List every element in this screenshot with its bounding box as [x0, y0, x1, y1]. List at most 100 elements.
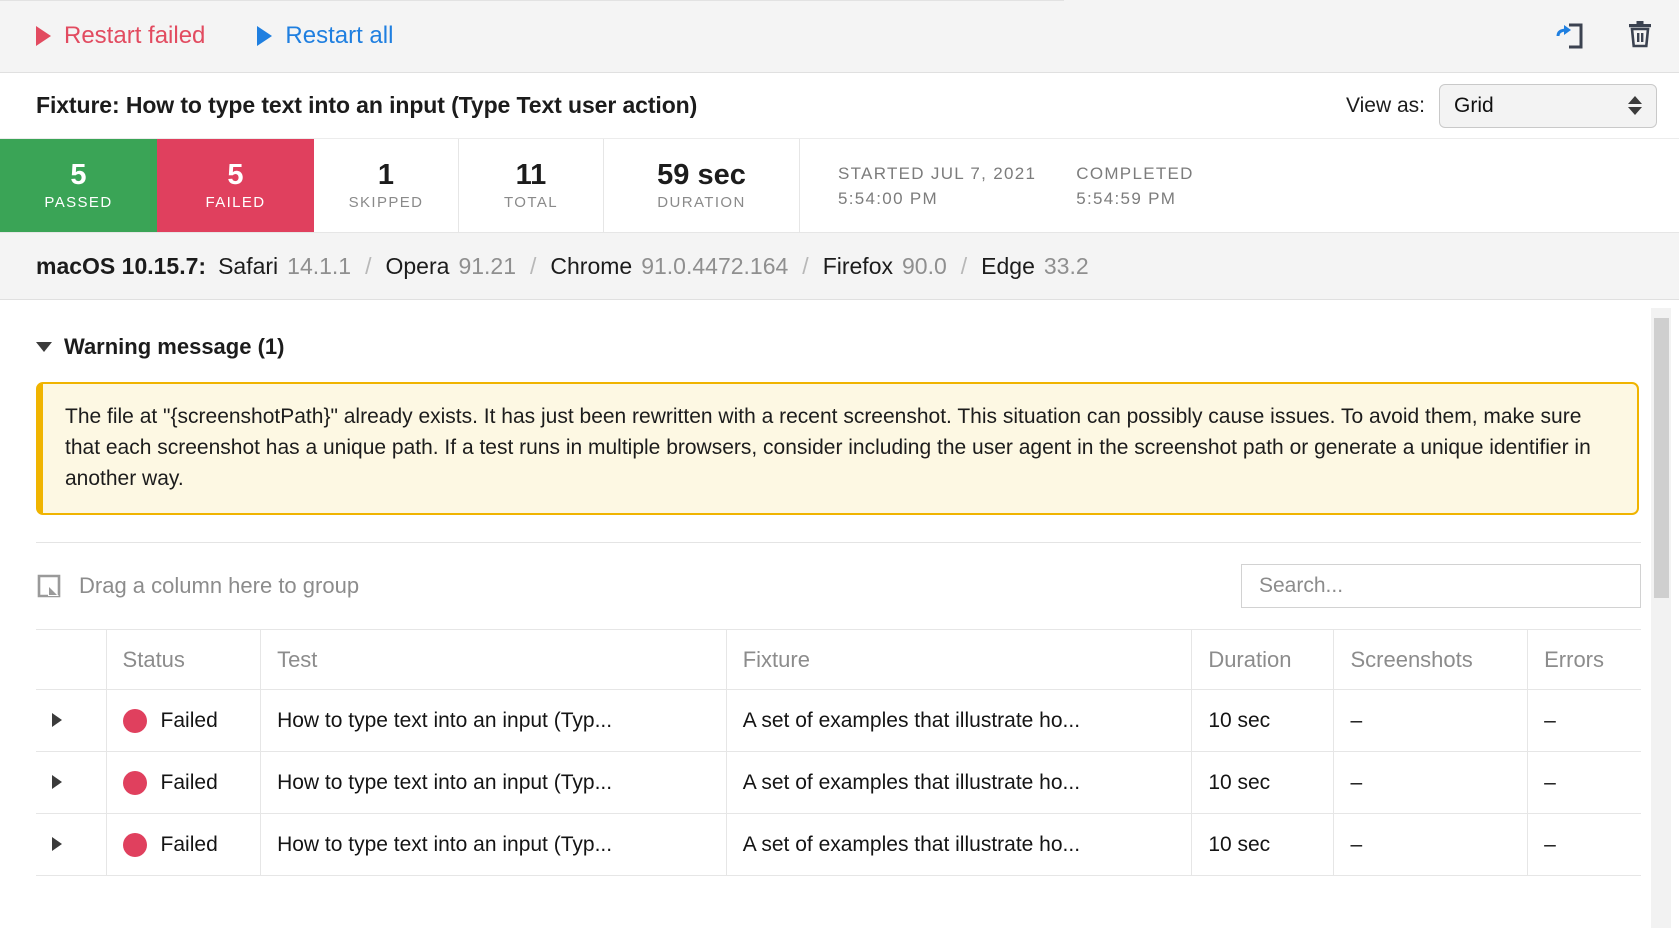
stat-total: 11 TOTAL	[459, 139, 604, 232]
view-as-select[interactable]: Grid	[1439, 83, 1657, 128]
scrollbar-thumb[interactable]	[1654, 318, 1669, 598]
status-dot-icon	[122, 770, 147, 795]
browser-name: Opera	[385, 252, 450, 279]
delete-button[interactable]	[1623, 19, 1657, 53]
table-row[interactable]: Failed How to type text into an input (Ty…	[36, 751, 1641, 814]
browser-version: 33.2	[1043, 252, 1089, 279]
content-area: Warning message (1) The file at "{screen…	[0, 300, 1679, 940]
stat-passed-value: 5	[70, 159, 87, 191]
restart-failed-button[interactable]: Restart failed	[36, 22, 205, 50]
view-as-label: View as:	[1346, 93, 1425, 117]
browser-name: Firefox	[822, 252, 893, 279]
stepper-arrows-icon	[1628, 96, 1642, 115]
stat-skipped-value: 1	[377, 159, 395, 191]
row-expander[interactable]	[36, 751, 107, 814]
completed-label: COMPLETED	[1076, 163, 1194, 183]
stat-skipped-label: SKIPPED	[348, 194, 424, 211]
view-as-value: Grid	[1454, 93, 1494, 117]
stat-failed[interactable]: 5 FAILED	[157, 139, 314, 232]
drag-group-icon	[37, 574, 61, 598]
status-dot-icon	[122, 832, 147, 857]
grid-header-row: Status Test Fixture Duration Screenshots…	[36, 629, 1641, 690]
started-label: STARTED JUL 7, 2021	[838, 163, 1037, 183]
group-panel[interactable]: Drag a column here to group	[36, 573, 359, 599]
export-open-in-icon	[1556, 23, 1583, 49]
warning-section-header[interactable]: Warning message (1)	[36, 300, 1641, 382]
browser-name: Chrome	[550, 252, 633, 279]
table-row[interactable]: Failed How to type text into an input (Ty…	[36, 813, 1641, 876]
cell-errors: –	[1527, 751, 1641, 814]
grid-toolbar: Drag a column here to group	[36, 543, 1641, 629]
toolbar-actions	[1553, 19, 1657, 53]
top-toolbar: Restart failed Restart all	[0, 0, 1679, 73]
browser-version: 91.21	[458, 252, 516, 279]
cell-fixture: A set of examples that illustrate ho...	[726, 751, 1193, 814]
cell-test: How to type text into an input (Typ...	[260, 751, 727, 814]
trash-icon	[1629, 21, 1651, 48]
chevron-right-icon[interactable]	[52, 774, 62, 789]
column-header-screenshots[interactable]: Screenshots	[1333, 629, 1529, 690]
cell-screenshots: –	[1333, 751, 1529, 814]
restart-all-button[interactable]: Restart all	[257, 22, 393, 50]
cell-screenshots: –	[1333, 689, 1529, 752]
restart-all-label: Restart all	[285, 22, 394, 49]
cell-test: How to type text into an input (Typ...	[260, 813, 727, 876]
stat-total-label: TOTAL	[504, 194, 558, 211]
cell-status: Failed	[106, 751, 262, 814]
vertical-scrollbar[interactable]	[1651, 308, 1671, 928]
fixture-header: Fixture: How to type text into an input …	[0, 73, 1679, 139]
stat-total-value: 11	[515, 159, 547, 191]
status-badge: Failed	[160, 708, 218, 732]
chevron-right-icon[interactable]	[52, 836, 62, 851]
row-expander[interactable]	[36, 813, 107, 876]
cell-fixture: A set of examples that illustrate ho...	[726, 689, 1193, 752]
os-name: macOS 10.15.7:	[36, 252, 207, 279]
environment-bar: macOS 10.15.7: Safari 14.1.1 / Opera 91.21 / C…	[0, 233, 1679, 300]
cell-fixture: A set of examples that illustrate ho...	[726, 813, 1193, 876]
column-header-status[interactable]: Status	[106, 629, 262, 690]
browser-version: 14.1.1	[287, 252, 352, 279]
chevron-right-icon[interactable]	[52, 712, 62, 727]
column-header-duration[interactable]: Duration	[1191, 629, 1335, 690]
cell-status: Failed	[106, 813, 262, 876]
warning-section-title: Warning message (1)	[64, 334, 285, 359]
view-as-control: View as: Grid	[1346, 83, 1657, 128]
cell-duration: 10 sec	[1191, 751, 1335, 814]
table-row[interactable]: Failed How to type text into an input (Ty…	[36, 689, 1641, 752]
cell-duration: 10 sec	[1191, 689, 1335, 752]
page-title: Fixture: How to type text into an input …	[36, 92, 698, 118]
stat-passed[interactable]: 5 PASSED	[0, 139, 157, 232]
column-header-errors[interactable]: Errors	[1527, 629, 1641, 690]
cell-duration: 10 sec	[1191, 813, 1335, 876]
chevron-down-icon[interactable]	[36, 342, 52, 352]
stat-skipped[interactable]: 1 SKIPPED	[314, 139, 459, 232]
stat-failed-label: FAILED	[205, 194, 266, 211]
column-header-test[interactable]: Test	[260, 629, 727, 690]
browser-version: 90.0	[901, 252, 947, 279]
results-grid: Status Test Fixture Duration Screenshots…	[36, 629, 1641, 876]
stat-duration: 59 sec DURATION	[604, 139, 800, 232]
cell-status: Failed	[106, 689, 262, 752]
warning-message: The file at "{screenshotPath}" already e…	[36, 382, 1639, 515]
row-expander[interactable]	[36, 689, 107, 752]
cell-errors: –	[1527, 813, 1641, 876]
cell-screenshots: –	[1333, 813, 1529, 876]
stat-failed-value: 5	[227, 159, 244, 191]
completed-value: 5:54:59 PM	[1076, 188, 1177, 208]
restart-failed-label: Restart failed	[64, 22, 206, 49]
stat-duration-value: 59 sec	[657, 159, 746, 191]
browser-separator: /	[802, 252, 809, 279]
play-triangle-icon	[36, 26, 51, 46]
completed-time: COMPLETED 5:54:59 PM	[1076, 165, 1194, 207]
run-times: STARTED JUL 7, 2021 5:54:00 PM COMPLETED…	[800, 139, 1679, 232]
status-badge: Failed	[160, 832, 218, 856]
status-badge: Failed	[160, 770, 218, 794]
search-box[interactable]	[1241, 564, 1641, 608]
search-input[interactable]	[1257, 573, 1625, 599]
column-header-expander	[36, 629, 107, 690]
cell-test: How to type text into an input (Typ...	[260, 689, 727, 752]
browser-version: 91.0.4472.164	[641, 252, 789, 279]
column-header-fixture[interactable]: Fixture	[726, 629, 1193, 690]
browser-separator: /	[365, 252, 372, 279]
export-open-in-button[interactable]	[1553, 19, 1587, 53]
